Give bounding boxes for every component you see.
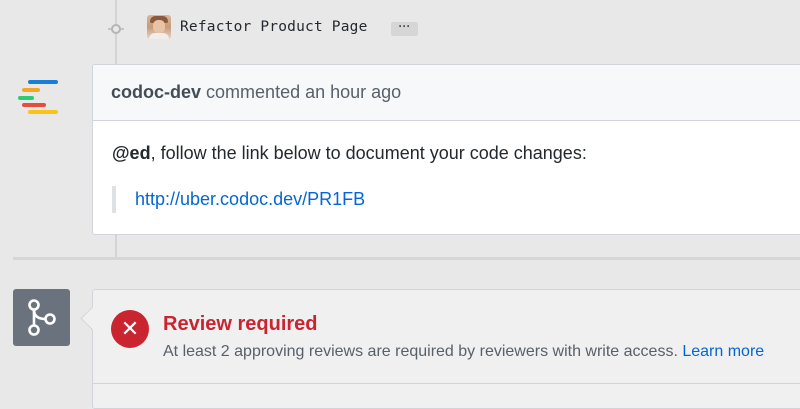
comment-box: codoc-dev commented an hour ago @ed, fol… xyxy=(92,64,800,235)
codoc-logo-icon[interactable] xyxy=(16,80,60,120)
git-pull-request-icon xyxy=(13,289,70,346)
timeline-divider xyxy=(13,257,800,260)
documentation-link[interactable]: http://uber.codoc.dev/PR1FB xyxy=(135,189,365,209)
expand-commit-button[interactable]: ··· xyxy=(391,20,418,36)
comment-action: commented xyxy=(206,82,301,102)
review-description-text: At least 2 approving reviews are require… xyxy=(163,343,678,360)
commit-icon xyxy=(108,24,124,34)
commit-message[interactable]: Refactor Product Page xyxy=(180,19,368,35)
comment-text: , follow the link below to document your… xyxy=(150,143,587,163)
comment-author[interactable]: codoc-dev xyxy=(111,82,201,102)
learn-more-link[interactable]: Learn more xyxy=(682,343,764,360)
review-status-title: Review required xyxy=(163,313,318,335)
x-icon: ✕ xyxy=(111,310,149,348)
comment-body: @ed, follow the link below to document y… xyxy=(93,121,800,213)
review-status-description: At least 2 approving reviews are require… xyxy=(163,343,764,361)
avatar[interactable] xyxy=(147,15,171,39)
comment-timestamp[interactable]: an hour ago xyxy=(305,82,401,102)
user-mention[interactable]: @ed xyxy=(112,143,151,163)
blockquote: http://uber.codoc.dev/PR1FB xyxy=(112,186,800,213)
comment-header: codoc-dev commented an hour ago xyxy=(93,65,800,121)
